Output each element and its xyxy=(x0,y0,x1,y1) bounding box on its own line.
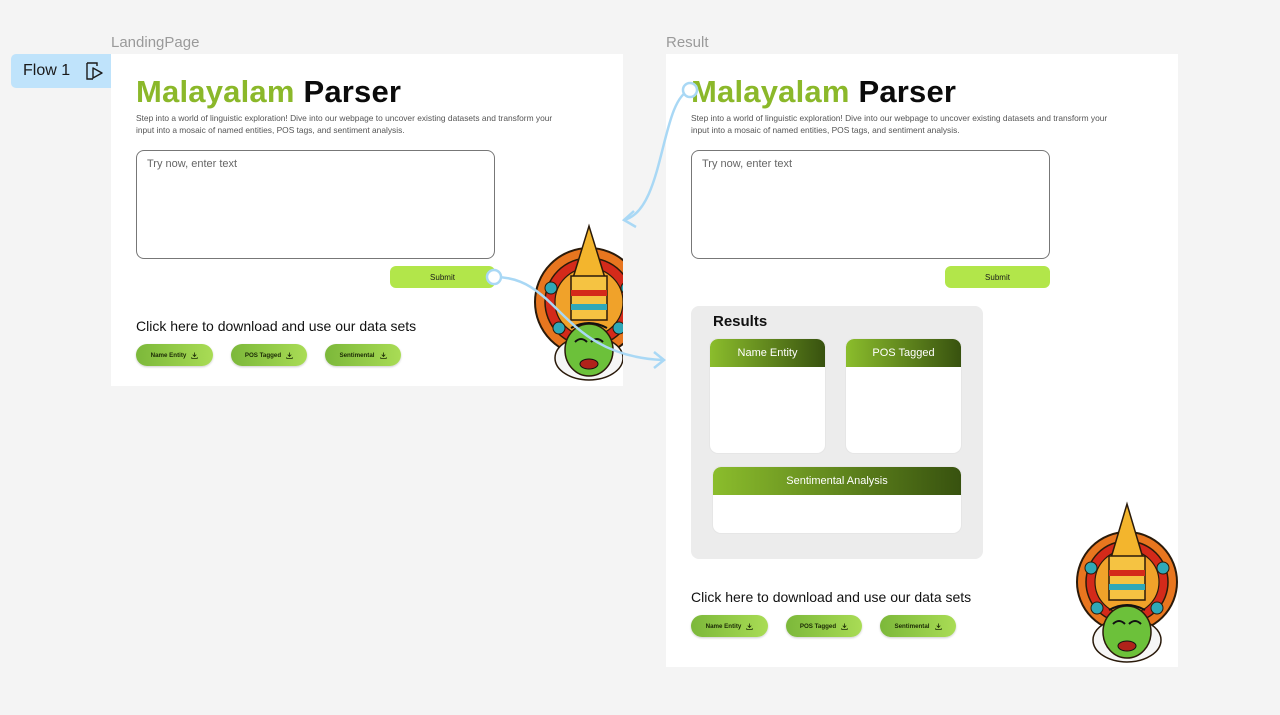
download-button-label: Name Entity xyxy=(705,622,742,630)
download-heading: Click here to download and use our data … xyxy=(136,318,417,334)
text-input[interactable]: Try now, enter text xyxy=(136,150,495,259)
title-word-malayalam: Malayalam xyxy=(691,74,850,109)
text-input-placeholder: Try now, enter text xyxy=(702,158,793,170)
result-card-sentiment: Sentimental Analysis xyxy=(713,467,961,533)
card-header: POS Tagged xyxy=(846,339,961,367)
submit-button[interactable]: Submit xyxy=(945,266,1050,288)
kathakali-illustration xyxy=(1076,501,1178,663)
download-sentimental-button[interactable]: Sentimental xyxy=(880,615,956,637)
title-word-parser: Parser xyxy=(858,74,957,109)
submit-button[interactable]: Submit xyxy=(390,266,495,288)
download-icon xyxy=(286,351,293,359)
card-header: Name Entity xyxy=(710,339,825,367)
download-heading: Click here to download and use our data … xyxy=(691,589,972,605)
download-sentimental-button[interactable]: Sentimental xyxy=(325,344,401,366)
download-button-label: Sentimental xyxy=(894,622,930,630)
page-title: Malayalam Parser xyxy=(691,74,956,110)
card-header: Sentimental Analysis xyxy=(713,467,961,495)
download-name-entity-button[interactable]: Name Entity xyxy=(691,615,768,637)
download-pos-tagged-button[interactable]: POS Tagged xyxy=(231,344,307,366)
page-description: Step into a world of linguistic explorat… xyxy=(136,113,553,135)
result-card-pos-tagged: POS Tagged xyxy=(846,339,961,453)
result-page-frame[interactable]: Malayalam Parser Step into a world of li… xyxy=(666,54,1178,667)
download-icon xyxy=(746,622,754,630)
download-icon xyxy=(934,622,942,630)
download-button-label: POS Tagged xyxy=(799,622,837,630)
download-name-entity-button[interactable]: Name Entity xyxy=(136,344,213,366)
kathakali-illustration xyxy=(534,223,623,381)
results-heading: Results xyxy=(713,313,768,330)
download-icon xyxy=(379,351,387,359)
play-flow-icon xyxy=(86,62,103,80)
result-card-name-entity: Name Entity xyxy=(710,339,825,453)
title-word-parser: Parser xyxy=(303,74,402,109)
download-icon xyxy=(191,351,199,359)
landing-page-frame[interactable]: Malayalam Parser Step into a world of li… xyxy=(111,54,623,386)
title-word-malayalam: Malayalam xyxy=(136,74,295,109)
results-panel: Results Name Entity POS Tagged Sentiment… xyxy=(691,306,983,559)
download-icon xyxy=(841,622,848,630)
download-pos-tagged-button[interactable]: POS Tagged xyxy=(786,615,862,637)
flow-label: Flow 1 xyxy=(23,62,71,79)
download-button-label: Sentimental xyxy=(339,351,375,359)
download-button-label: Name Entity xyxy=(150,351,187,359)
page-title: Malayalam Parser xyxy=(136,74,401,110)
text-input[interactable]: Try now, enter text xyxy=(691,150,1050,259)
frame-title-landing[interactable]: LandingPage xyxy=(111,34,199,51)
text-input-placeholder: Try now, enter text xyxy=(147,158,238,170)
frame-title-result[interactable]: Result xyxy=(666,34,709,51)
download-button-label: POS Tagged xyxy=(244,351,282,359)
page-description: Step into a world of linguistic explorat… xyxy=(691,113,1108,135)
flow-starting-point-tag[interactable]: Flow 1 xyxy=(11,54,111,88)
